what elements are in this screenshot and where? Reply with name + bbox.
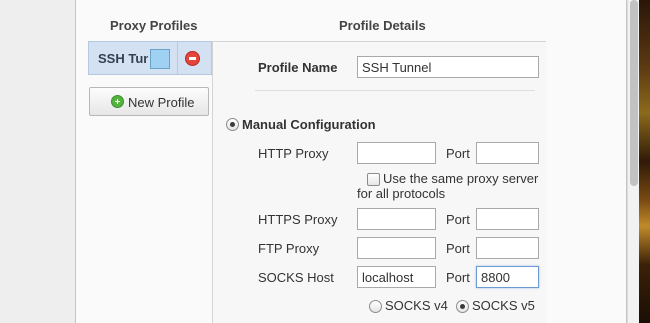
new-profile-button[interactable]: New Profile [89,87,209,116]
same-proxy-label-line1: Use the same proxy server [383,171,539,186]
profiles-list: SSH Tunnel [88,41,212,323]
ftp-proxy-label: FTP Proxy [258,241,320,256]
profile-name-input[interactable] [357,56,539,78]
scrollbar-thumb[interactable] [630,0,638,186]
http-port-input[interactable] [476,142,539,164]
http-port-label: Port [446,146,470,161]
same-proxy-label-line2: for all protocols [357,186,446,201]
vertical-scrollbar[interactable] [627,0,639,323]
profile-color-swatch[interactable] [150,49,170,69]
desktop-wallpaper-strip [639,0,650,323]
socks-host-input[interactable] [357,266,436,288]
manual-config-radio[interactable] [226,118,239,131]
profile-item-ssh-tunnel[interactable]: SSH Tunnel [88,41,212,75]
socks-v5-radio[interactable] [456,300,469,313]
https-port-label: Port [446,212,470,227]
plus-circle-icon [111,95,124,108]
socks-v4-label: SOCKS v4 [385,298,448,313]
ftp-port-input[interactable] [476,237,539,259]
delete-profile-icon[interactable] [185,51,200,66]
http-proxy-label: HTTP Proxy [258,146,329,161]
proxy-profiles-title: Proxy Profiles [110,18,198,33]
same-proxy-checkbox[interactable] [367,173,380,186]
https-proxy-host-input[interactable] [357,208,436,230]
profile-name-label: Profile Name [258,60,338,75]
row-divider [177,42,178,74]
https-proxy-label: HTTPS Proxy [258,212,338,227]
https-port-input[interactable] [476,208,539,230]
http-proxy-host-input[interactable] [357,142,436,164]
profile-item-name: SSH Tunnel [98,51,148,66]
new-profile-label: New Profile [128,95,195,110]
profile-details-title: Profile Details [339,18,426,33]
section-divider [255,90,535,91]
background-left [0,0,75,323]
ftp-port-label: Port [446,241,470,256]
socks-host-label: SOCKS Host [258,270,334,285]
manual-config-label: Manual Configuration [242,117,376,132]
ftp-proxy-host-input[interactable] [357,237,436,259]
socks-v5-label: SOCKS v5 [472,298,535,313]
socks-v4-radio[interactable] [369,300,382,313]
socks-port-input[interactable] [476,266,539,288]
socks-port-label: Port [446,270,470,285]
